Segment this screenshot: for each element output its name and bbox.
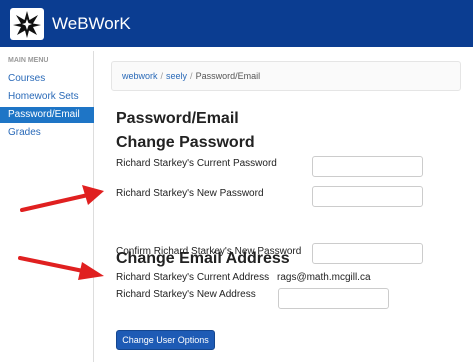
breadcrumb: webwork / seely / Password/Email	[111, 61, 461, 91]
top-bar: WeBWorK	[0, 0, 473, 47]
breadcrumb-separator: /	[160, 71, 164, 81]
new-email-input[interactable]	[278, 288, 389, 309]
change-email-heading: Change Email Address	[116, 250, 290, 267]
sidebar-item-password-email[interactable]: Password/Email	[0, 107, 94, 123]
app-name: WeBWorK	[52, 14, 131, 33]
confirm-password-input[interactable]	[312, 243, 423, 264]
sidebar-item-grades[interactable]: Grades	[0, 125, 94, 141]
brand[interactable]: WeBWorK	[10, 8, 131, 40]
new-email-label: Richard Starkey's New Address	[116, 289, 256, 300]
new-password-label: Richard Starkey's New Password	[116, 188, 264, 199]
main-content: webwork / seely / Password/Email Password/Em…	[94, 47, 473, 362]
current-email-value: rags@math.mcgill.ca	[277, 272, 371, 283]
current-password-input[interactable]	[312, 156, 423, 177]
breadcrumb-separator: /	[190, 71, 193, 81]
current-email-label: Richard Starkey's Current Address	[116, 272, 270, 283]
breadcrumb-link-course[interactable]: seely	[166, 71, 187, 81]
new-password-input[interactable]	[312, 186, 423, 207]
change-password-heading: Change Password	[116, 134, 255, 151]
change-user-options-button[interactable]: Change User Options	[116, 330, 215, 350]
star-burst-icon	[10, 8, 44, 40]
sidebar-item-courses[interactable]: Courses	[0, 71, 94, 87]
page-title: Password/Email	[116, 110, 239, 127]
breadcrumb-link-webwork[interactable]: webwork	[122, 71, 158, 81]
breadcrumb-current: Password/Email	[195, 71, 261, 81]
sidebar-title: MAIN MENU	[8, 57, 49, 64]
current-password-label: Richard Starkey's Current Password	[116, 158, 277, 169]
sidebar: MAIN MENU Courses Homework Sets Password…	[0, 51, 94, 362]
page: WeBWorK MAIN MENU Courses Homework Sets …	[0, 0, 473, 362]
sidebar-item-homework-sets[interactable]: Homework Sets	[0, 89, 94, 105]
